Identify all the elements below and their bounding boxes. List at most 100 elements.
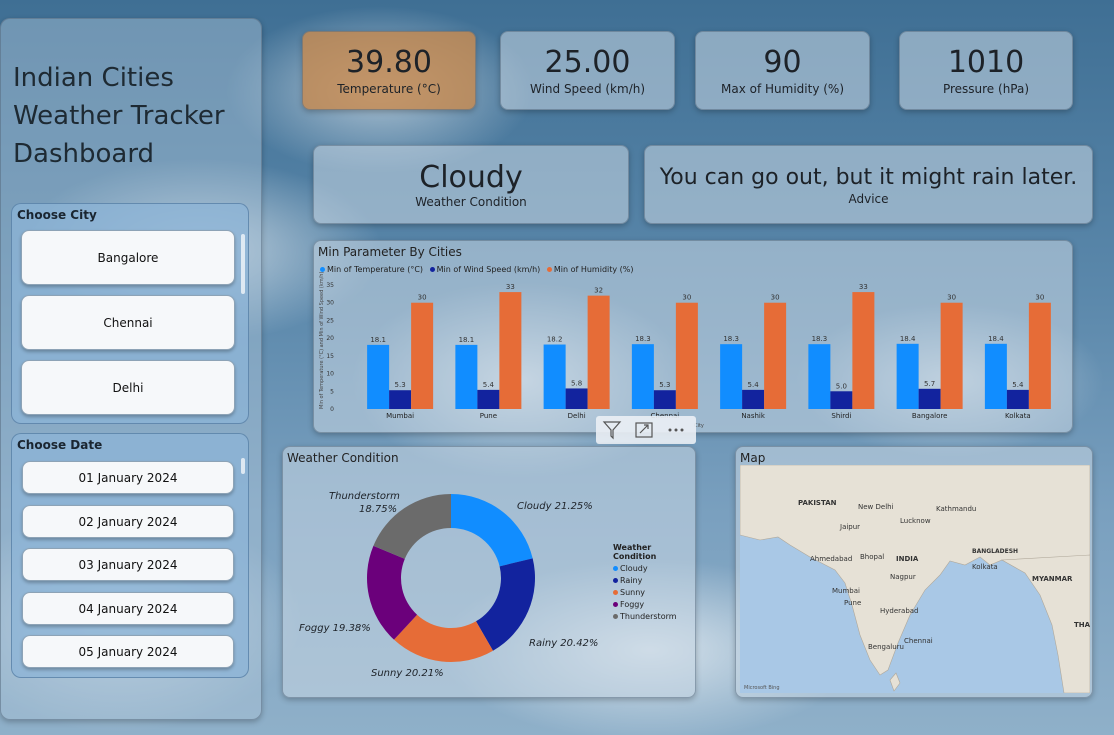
sidebar: Indian Cities Weather Tracker Dashboard … bbox=[0, 18, 262, 720]
bar[interactable] bbox=[587, 295, 610, 409]
bar-data-label: 18.4 bbox=[988, 335, 1004, 343]
bar[interactable] bbox=[764, 302, 787, 409]
date-option[interactable]: 02 January 2024 bbox=[22, 505, 234, 538]
temperature-value: 39.80 bbox=[346, 44, 432, 80]
bar[interactable] bbox=[830, 391, 853, 409]
visual-header-icons bbox=[602, 421, 684, 440]
bar[interactable] bbox=[455, 344, 478, 409]
bar-data-label: 18.2 bbox=[547, 336, 563, 344]
date-slicer-scrollbar[interactable] bbox=[241, 458, 245, 474]
bar[interactable] bbox=[940, 302, 963, 409]
map-label: Kathmandu bbox=[936, 505, 976, 513]
bar-data-label: 5.0 bbox=[836, 382, 847, 390]
date-option[interactable]: 03 January 2024 bbox=[22, 548, 234, 581]
bar[interactable] bbox=[852, 292, 875, 409]
advice-label: Advice bbox=[848, 191, 889, 206]
bar[interactable] bbox=[984, 343, 1007, 409]
visual-header bbox=[596, 416, 696, 444]
y-tick-label: 20 bbox=[326, 335, 334, 342]
focus-mode-icon[interactable] bbox=[635, 422, 653, 438]
bar[interactable] bbox=[720, 344, 743, 409]
legend-item-cloudy[interactable]: Cloudy bbox=[613, 563, 695, 575]
y-tick-label: 0 bbox=[330, 406, 334, 413]
legend-item-sunny[interactable]: Sunny bbox=[613, 587, 695, 599]
city-option-delhi[interactable]: Delhi bbox=[21, 360, 235, 415]
bar-data-label: 18.3 bbox=[635, 335, 651, 343]
bar[interactable] bbox=[543, 344, 566, 409]
donut-legend: Weather Condition Cloudy Rainy Sunny Fog… bbox=[613, 543, 695, 623]
bar[interactable] bbox=[499, 292, 522, 409]
app-title-line: Weather Tracker bbox=[13, 101, 225, 131]
bar[interactable] bbox=[742, 389, 765, 409]
bar-data-label: 5.4 bbox=[748, 381, 760, 389]
map-label: Bengaluru bbox=[868, 643, 904, 651]
weather-condition-chart[interactable]: Weather Condition Cloudy 21.25% Rainy 20.… bbox=[282, 446, 696, 698]
min-parameter-chart[interactable]: Min Parameter By Cities Min of Temperatu… bbox=[313, 240, 1073, 433]
app-title-line: Indian Cities bbox=[13, 63, 174, 93]
bar[interactable] bbox=[896, 343, 919, 409]
advice-value: You can go out, but it might rain later. bbox=[659, 164, 1078, 190]
bar-data-label: 5.4 bbox=[1012, 381, 1024, 389]
legend-dot bbox=[613, 590, 618, 595]
bar[interactable] bbox=[1028, 302, 1051, 409]
y-tick-label: 10 bbox=[326, 371, 334, 378]
map-label: Bhopal bbox=[860, 553, 884, 561]
city-option-bangalore[interactable]: Bangalore bbox=[21, 230, 235, 285]
app-title: Indian Cities Weather Tracker Dashboard bbox=[13, 59, 253, 173]
humidity-label: Max of Humidity (%) bbox=[721, 81, 844, 96]
bar[interactable] bbox=[367, 344, 390, 409]
temperature-label: Temperature (°C) bbox=[337, 81, 441, 96]
map-label: INDIA bbox=[896, 555, 919, 563]
legend-label: Rainy bbox=[620, 576, 643, 585]
x-tick-label: Delhi bbox=[568, 412, 586, 420]
map-label: MYANMAR bbox=[1032, 575, 1073, 583]
map-label: Hyderabad bbox=[880, 607, 919, 615]
bar[interactable] bbox=[918, 388, 941, 409]
bar-data-label: 30 bbox=[418, 294, 427, 302]
donut-legend-title: Weather Condition bbox=[613, 543, 657, 561]
map-label: Nagpur bbox=[890, 573, 916, 581]
bar-data-label: 18.1 bbox=[370, 336, 386, 344]
bar-data-label: 18.4 bbox=[900, 335, 916, 343]
date-option[interactable]: 01 January 2024 bbox=[22, 461, 234, 494]
filter-icon[interactable] bbox=[602, 421, 622, 440]
city-slicer-scrollbar[interactable] bbox=[241, 234, 245, 294]
bar[interactable] bbox=[477, 389, 500, 409]
legend-item-foggy[interactable]: Foggy bbox=[613, 599, 695, 611]
map-canvas[interactable]: PAKISTAN New Delhi INDIA BANGLADESH MYAN… bbox=[740, 465, 1090, 693]
bar-data-label: 5.7 bbox=[924, 380, 935, 388]
legend-item-thunderstorm[interactable]: Thunderstorm bbox=[613, 611, 695, 623]
date-slicer: Choose Date 01 January 2024 02 January 2… bbox=[11, 433, 249, 678]
y-tick-label: 5 bbox=[330, 388, 334, 395]
city-option-chennai[interactable]: Chennai bbox=[21, 295, 235, 350]
bar[interactable] bbox=[808, 344, 831, 409]
date-option[interactable]: 04 January 2024 bbox=[22, 592, 234, 625]
map-label: New Delhi bbox=[858, 503, 894, 511]
bar[interactable] bbox=[389, 390, 412, 409]
weather-condition-value: Cloudy bbox=[419, 159, 523, 195]
bar-data-label: 5.3 bbox=[659, 381, 670, 389]
bar[interactable] bbox=[653, 390, 676, 409]
more-options-icon[interactable] bbox=[668, 428, 684, 432]
bar[interactable] bbox=[631, 344, 654, 409]
advice-card: You can go out, but it might rain later.… bbox=[644, 145, 1093, 224]
y-tick-label: 15 bbox=[326, 353, 334, 360]
map-label: BANGLADESH bbox=[972, 548, 1018, 555]
bar[interactable] bbox=[675, 302, 698, 409]
donut-data-label: Rainy 20.42% bbox=[529, 638, 598, 649]
bar[interactable] bbox=[1006, 389, 1029, 409]
x-tick-label: Nashik bbox=[741, 412, 766, 420]
date-slicer-title: Choose Date bbox=[17, 438, 103, 452]
donut-data-label: Thunderstorm 18.75% bbox=[329, 491, 400, 515]
bar[interactable] bbox=[565, 388, 588, 409]
legend-dot bbox=[613, 614, 618, 619]
pressure-value: 1010 bbox=[947, 44, 1025, 80]
bar-data-label: 5.8 bbox=[571, 379, 582, 387]
date-option[interactable]: 05 January 2024 bbox=[22, 635, 234, 668]
map-visual[interactable]: Map PAKISTAN New Delhi INDIA BANGLADESH … bbox=[735, 446, 1093, 698]
map-label: THA bbox=[1074, 621, 1090, 629]
humidity-card: 90 Max of Humidity (%) bbox=[695, 31, 870, 110]
legend-item-rainy[interactable]: Rainy bbox=[613, 575, 695, 587]
bar-chart-plot: 0 5 10 15 20 25 30 35Min of Temperature (°C) an… bbox=[319, 272, 1051, 429]
bar[interactable] bbox=[411, 302, 434, 409]
